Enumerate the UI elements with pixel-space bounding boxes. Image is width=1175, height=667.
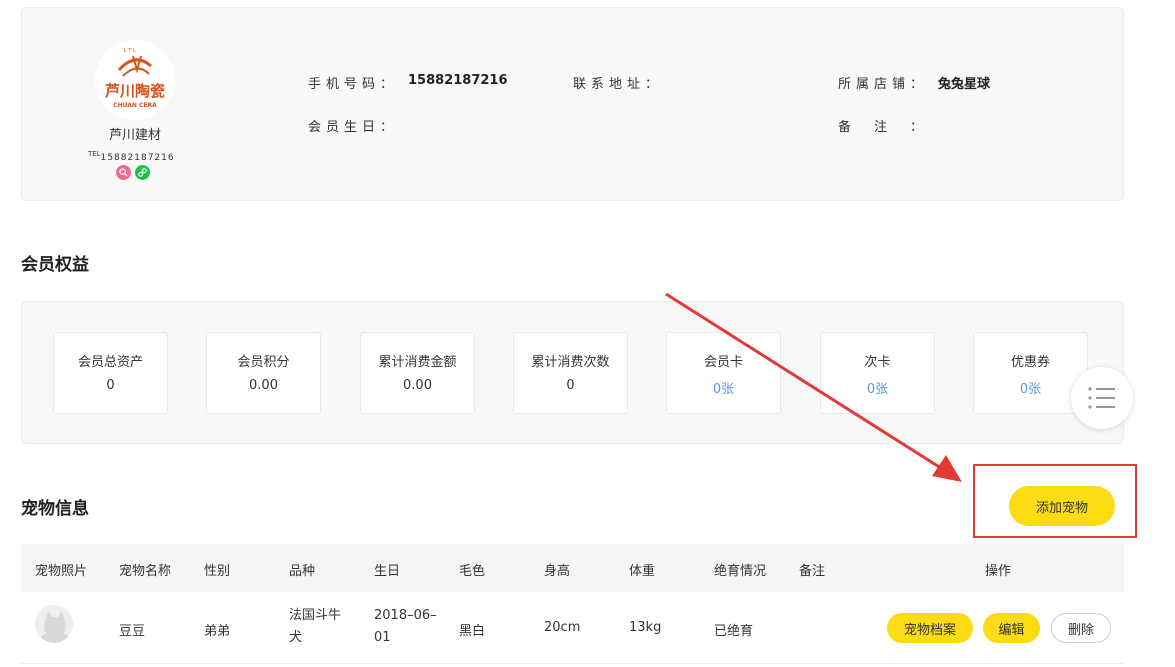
edit-button[interactable]: 编辑 [983, 613, 1040, 643]
column-header: 宠物名称 [119, 564, 172, 579]
column-header: 品种 [289, 564, 316, 579]
store-tel: TEL15882187216 [88, 150, 175, 163]
benefit-value: 0 [566, 378, 575, 393]
benefit-value-link[interactable]: 0张 [974, 378, 1087, 397]
benefits-title: 会员权益 [21, 255, 89, 275]
delete-button[interactable]: 删除 [1051, 613, 1111, 643]
benefit-label: 优惠券 [1010, 355, 1050, 370]
store-name: 芦川建材 [108, 128, 161, 143]
column-header: 身高 [544, 564, 571, 579]
column-header: 生日 [374, 564, 401, 579]
benefit-value: 0 [106, 378, 115, 393]
benefit-label: 会员积分 [237, 355, 290, 370]
add-pet-highlight: 添加宠物 [973, 464, 1137, 538]
benefit-count-card[interactable]: 次卡 0张 [820, 332, 935, 414]
search-icon[interactable] [116, 165, 131, 180]
benefit-total-spend[interactable]: 累计消费金额 0.00 [360, 332, 475, 414]
address-label: 联系地址： [573, 77, 664, 92]
phone-value: 15882187216 [408, 73, 508, 88]
logo-text-bottom: CHUAN CERA [113, 102, 157, 109]
pet-neutered: 已绝育 [714, 624, 754, 639]
table-header: 宠物照片 宠物名称 性别 品种 生日 毛色 身高 体重 绝育情况 备注 操作 [21, 544, 1124, 592]
list-icon [1088, 387, 1115, 409]
benefit-member-card[interactable]: 会员卡 0张 [666, 332, 781, 414]
store-label: 所属店铺： [838, 77, 929, 92]
column-header: 毛色 [459, 564, 486, 579]
column-header: 操作 [985, 564, 1012, 579]
benefit-visit-count[interactable]: 累计消费次数 0 [513, 332, 628, 414]
benefit-label: 累计消费金额 [378, 355, 457, 370]
column-header: 备注 [799, 564, 826, 579]
phone-label: 手机号码： [308, 77, 399, 92]
tel-number: 15882187216 [100, 153, 175, 163]
logo-icons [116, 165, 150, 180]
floating-menu-button[interactable] [1071, 367, 1133, 429]
pet-table: 宠物照片 宠物名称 性别 品种 生日 毛色 身高 体重 绝育情况 备注 操作 豆… [21, 544, 1124, 664]
pet-birthday: 2018–06–01 [374, 608, 437, 645]
benefit-value: 0.00 [249, 378, 278, 393]
column-header: 性别 [204, 564, 231, 579]
pet-height: 20cm [544, 620, 581, 635]
pet-archive-button[interactable]: 宠物档案 [887, 613, 973, 643]
benefit-label: 累计消费次数 [531, 355, 610, 370]
store-logo: L T L 芦川陶瓷 CHUAN CERA [95, 40, 175, 120]
benefit-points[interactable]: 会员积分 0.00 [206, 332, 321, 414]
benefit-value: 0.00 [403, 378, 432, 393]
benefit-label: 次卡 [864, 355, 891, 370]
member-profile-card: L T L 芦川陶瓷 CHUAN CERA 芦川建材 TEL1588218721… [21, 7, 1124, 201]
benefit-label: 会员总资产 [77, 355, 143, 370]
column-header: 体重 [629, 564, 656, 579]
column-header: 绝育情况 [714, 564, 767, 579]
logo-text-top: 芦川陶瓷 [105, 82, 165, 100]
benefit-value-link[interactable]: 0张 [821, 378, 934, 397]
remark-label: 备 注 ： [838, 120, 929, 135]
pet-breed: 法国斗牛犬 [289, 608, 342, 645]
pet-photo [35, 605, 73, 643]
store-value: 兔兔星球 [938, 77, 991, 92]
benefit-total-assets[interactable]: 会员总资产 0 [53, 332, 168, 414]
add-pet-button[interactable]: 添加宠物 [1009, 486, 1115, 526]
pets-title: 宠物信息 [21, 499, 89, 519]
pet-color: 黑白 [459, 624, 486, 639]
benefit-label: 会员卡 [703, 355, 743, 370]
table-row: 豆豆 弟弟 法国斗牛犬 2018–06–01 黑白 20cm 13kg 已绝育 … [21, 592, 1124, 664]
tel-prefix: TEL [88, 150, 101, 158]
pet-name: 豆豆 [119, 624, 146, 639]
column-header: 宠物照片 [35, 564, 88, 579]
birthday-label: 会员生日： [308, 120, 399, 135]
pet-weight: 13kg [629, 620, 662, 635]
pet-gender: 弟弟 [204, 624, 231, 639]
benefits-panel: 会员总资产 0 会员积分 0.00 累计消费金额 0.00 累计消费次数 0 会… [21, 301, 1124, 444]
logo-mark: L T L [124, 48, 136, 54]
link-icon[interactable] [135, 165, 150, 180]
benefit-value-link[interactable]: 0张 [667, 378, 780, 397]
